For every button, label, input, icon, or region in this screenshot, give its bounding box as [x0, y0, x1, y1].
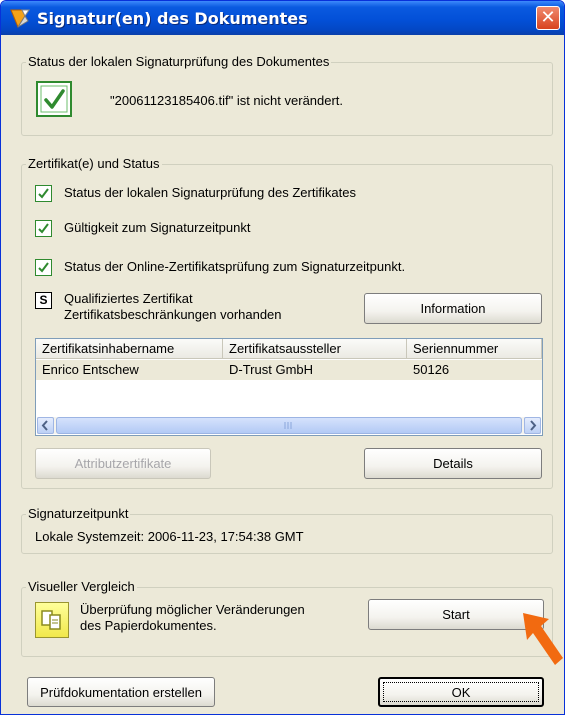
- document-status-message: "20061123185406.tif" ist nicht verändert…: [110, 93, 344, 108]
- cert-check-label: Gültigkeit zum Signaturzeitpunkt: [64, 220, 251, 235]
- check-icon: [35, 185, 52, 202]
- table-header: Zertifikatsinhabername Zertifikatsausste…: [36, 339, 542, 359]
- horizontal-scrollbar[interactable]: [37, 417, 541, 434]
- document-status-legend: Status der lokalen Signaturprüfung des D…: [26, 54, 332, 69]
- signature-time-group: Signaturzeitpunkt Lokale Systemzeit: 200…: [21, 506, 553, 554]
- details-button[interactable]: Details: [364, 448, 542, 479]
- chevron-right-icon: [530, 420, 537, 431]
- scroll-right-button[interactable]: [524, 417, 541, 434]
- app-icon: [10, 9, 30, 29]
- visual-comparison-line-2: des Papierdokumentes.: [80, 618, 217, 633]
- qualified-badge-text: S: [39, 293, 48, 307]
- start-button-label: Start: [442, 607, 470, 622]
- document-status-group: Status der lokalen Signaturprüfung des D…: [21, 54, 553, 136]
- certificate-legend: Zertifikat(e) und Status: [26, 156, 162, 171]
- cert-check-label: Status der lokalen Signaturprüfung des Z…: [64, 185, 356, 200]
- check-icon: [35, 259, 52, 276]
- qualified-line-1: Qualifiziertes Zertifikat: [64, 291, 193, 306]
- attribute-certificates-label: Attributzertifikate: [74, 456, 172, 471]
- close-icon: ✕: [540, 7, 556, 28]
- cell-issuer: D-Trust GmbH: [229, 362, 314, 377]
- grip-icon: [284, 422, 292, 429]
- scroll-left-button[interactable]: [37, 417, 54, 434]
- column-header-holder[interactable]: Zertifikatsinhabername: [36, 339, 223, 359]
- qualified-certificate-icon: S: [35, 292, 52, 309]
- cell-serial: 50126: [413, 362, 450, 377]
- scroll-thumb[interactable]: [56, 417, 522, 434]
- information-button[interactable]: Information: [364, 293, 542, 324]
- visual-comparison-legend: Visueller Vergleich: [26, 579, 137, 594]
- information-button-label: Information: [420, 301, 486, 316]
- start-button[interactable]: Start: [368, 599, 544, 630]
- signature-dialog: Signatur(en) des Dokumentes ✕ Status der…: [0, 0, 565, 715]
- attribute-certificates-button[interactable]: Attributzertifikate: [35, 448, 211, 479]
- orange-arrow-icon: [523, 613, 563, 665]
- check-icon: [35, 220, 52, 237]
- signature-time-legend: Signaturzeitpunkt: [26, 506, 131, 521]
- table-row[interactable]: Enrico Entschew D-Trust GmbH 50126: [36, 360, 542, 380]
- create-report-label: Prüfdokumentation erstellen: [40, 684, 202, 700]
- documents-compare-icon: [35, 602, 69, 638]
- signature-time-text: Lokale Systemzeit: 2006-11-23, 17:54:38 …: [35, 529, 304, 544]
- chevron-left-icon: [41, 420, 48, 431]
- title-bar[interactable]: Signatur(en) des Dokumentes ✕: [1, 1, 564, 35]
- ok-button[interactable]: OK: [378, 677, 544, 707]
- window-title: Signatur(en) des Dokumentes: [37, 9, 308, 28]
- close-button[interactable]: ✕: [536, 6, 560, 30]
- column-header-issuer[interactable]: Zertifikatsaussteller: [223, 339, 407, 359]
- cell-holder: Enrico Entschew: [42, 362, 139, 377]
- focus-rect: [383, 682, 539, 702]
- column-header-serial[interactable]: Seriennummer: [407, 339, 542, 359]
- qualified-line-2: Zertifikatsbeschränkungen vorhanden: [64, 307, 282, 322]
- visual-comparison-line-1: Überprüfung möglicher Veränderungen: [80, 602, 305, 617]
- certificate-group: Zertifikat(e) und Status Status der loka…: [21, 156, 553, 489]
- check-icon: [36, 81, 72, 117]
- cert-check-label: Status der Online-Zertifikatsprüfung zum…: [64, 259, 406, 274]
- details-button-label: Details: [433, 456, 473, 471]
- create-report-button[interactable]: Prüfdokumentation erstellen: [27, 677, 215, 707]
- visual-comparison-group: Visueller Vergleich Überprüfung mögliche…: [21, 579, 553, 657]
- certificate-table[interactable]: Zertifikatsinhabername Zertifikatsausste…: [35, 338, 543, 436]
